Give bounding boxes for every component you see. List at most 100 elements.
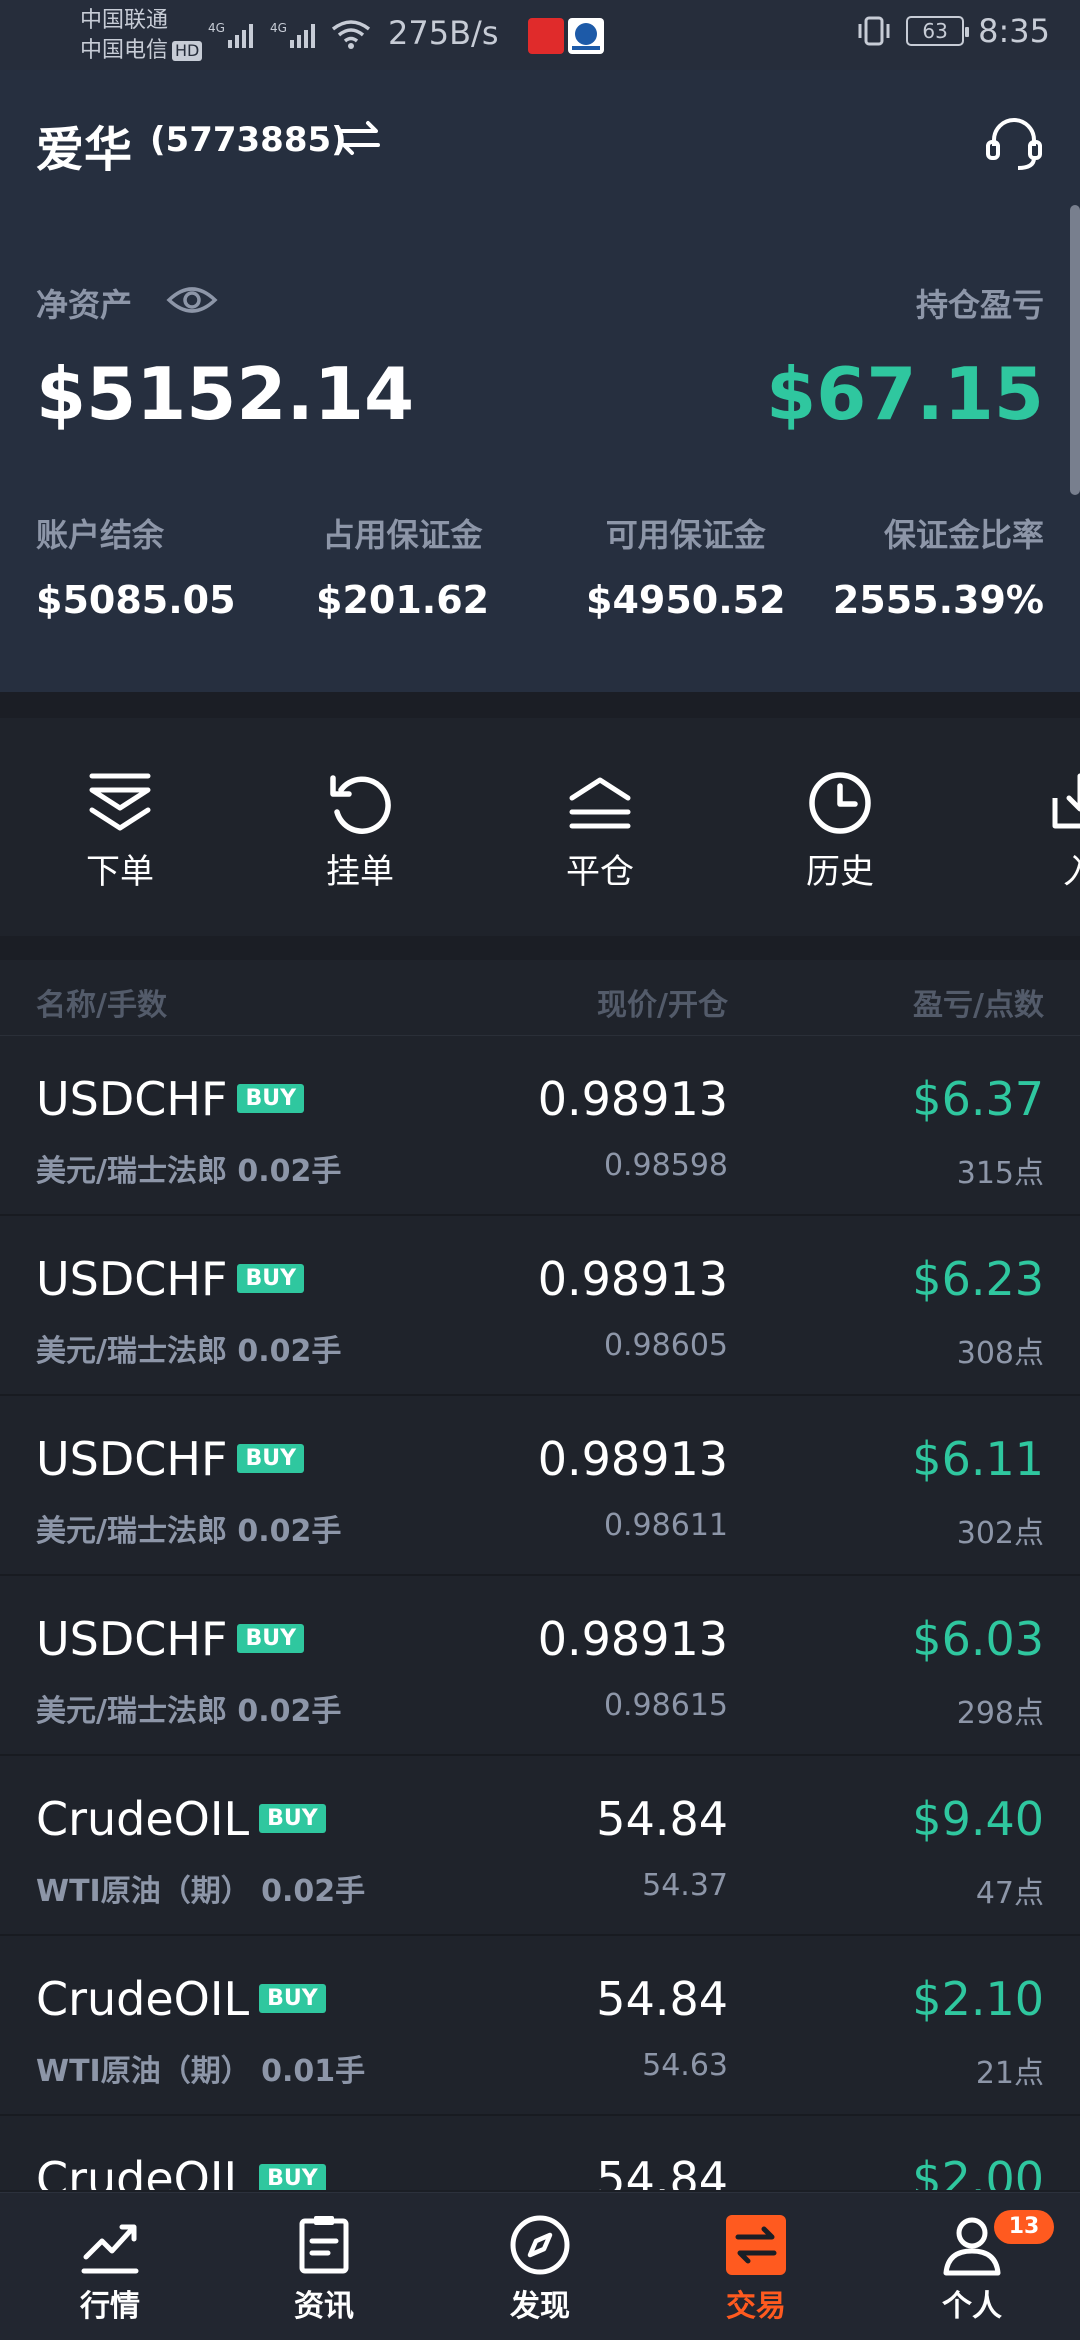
action-history[interactable]: 历史 bbox=[760, 768, 920, 893]
status-bar: 中国联通 中国电信 HD 4G 4G 275B/s 63 8:35 bbox=[0, 0, 1080, 70]
account-panel: 爱华 (5773885) 净资产 持仓盈亏 $5152.14 $67.15 账户… bbox=[0, 70, 1080, 692]
bottom-nav: 行情 资讯 发现 交易 个人 bbox=[0, 2192, 1080, 2340]
stat-label: 占用保证金 bbox=[322, 516, 483, 554]
side-badge: BUY bbox=[237, 1084, 305, 1113]
symbol: USDCHF bbox=[36, 1432, 228, 1486]
action-strip: 下单 挂单 平仓 历史 bbox=[0, 718, 1080, 936]
open-price: 0.98605 bbox=[603, 1328, 728, 1363]
action-label: 平仓 bbox=[566, 852, 634, 892]
header-price: 现价/开仓 bbox=[597, 988, 728, 1023]
position-desc: 美元/瑞士法郎 0.02手 bbox=[36, 1694, 342, 1729]
action-label: 下单 bbox=[86, 852, 154, 892]
list-header: 名称/手数 现价/开仓 盈亏/点数 bbox=[0, 960, 1080, 1036]
account-id[interactable]: (5773885) bbox=[150, 120, 347, 160]
symbol: CrudeOIL bbox=[36, 1972, 250, 2026]
header-name: 名称/手数 bbox=[36, 988, 167, 1023]
position-row[interactable]: USDCHF BUY 美元/瑞士法郎 0.02手 0.98913 0.98598 … bbox=[0, 1036, 1080, 1216]
stat-label: 保证金比率 bbox=[883, 516, 1044, 554]
action-deposit[interactable]: 入 bbox=[1000, 768, 1080, 893]
eye-toggle-icon[interactable] bbox=[166, 280, 218, 320]
position-row[interactable]: CrudeOIL BUY WTI原油（期） 0.01手 54.84 54.63 $… bbox=[0, 1936, 1080, 2116]
nav-trade[interactable]: 交易 bbox=[686, 2213, 826, 2325]
battery-indicator: 63 bbox=[906, 16, 970, 46]
position-row[interactable]: CrudeOIL BUY 54.84 $2.00 bbox=[0, 2116, 1080, 2190]
position-row[interactable]: USDCHF BUY 美元/瑞士法郎 0.02手 0.98913 0.98605 … bbox=[0, 1216, 1080, 1396]
switch-account-icon[interactable] bbox=[336, 114, 384, 162]
history-icon bbox=[809, 772, 871, 834]
compass-icon bbox=[510, 2215, 570, 2275]
notification-app-icon-2 bbox=[568, 18, 604, 54]
nav-news[interactable]: 资讯 bbox=[254, 2213, 394, 2325]
nav-label: 交易 bbox=[726, 2289, 786, 2324]
notification-badge: 13 bbox=[994, 2210, 1054, 2244]
position-pl: $9.40 bbox=[912, 1792, 1044, 1846]
side-badge: BUY bbox=[237, 1624, 305, 1653]
symbol: USDCHF bbox=[36, 1252, 228, 1306]
stat-value: $201.62 bbox=[316, 578, 490, 622]
position-row[interactable]: USDCHF BUY 美元/瑞士法郎 0.02手 0.98913 0.98611 … bbox=[0, 1396, 1080, 1576]
open-price: 0.98615 bbox=[603, 1688, 728, 1723]
position-points: 308点 bbox=[956, 1336, 1044, 1371]
current-price: 54.84 bbox=[596, 1792, 728, 1846]
stat-label: 账户结余 bbox=[36, 516, 165, 554]
side-badge: BUY bbox=[237, 1444, 305, 1473]
position-desc: 美元/瑞士法郎 0.02手 bbox=[36, 1334, 342, 1369]
wifi-icon bbox=[331, 20, 371, 49]
trade-screen: 中国联通 中国电信 HD 4G 4G 275B/s 63 8:35 爱华 (57… bbox=[0, 0, 1080, 2340]
pending-order-icon bbox=[330, 775, 391, 834]
header-pl: 盈亏/点数 bbox=[913, 988, 1044, 1023]
position-desc: 美元/瑞士法郎 0.02手 bbox=[36, 1514, 342, 1549]
position-pl: $6.37 bbox=[912, 1072, 1044, 1126]
carrier-1: 中国联通 bbox=[80, 8, 169, 33]
stat-value: 2555.39% bbox=[832, 578, 1044, 622]
symbol: CrudeOIL bbox=[36, 1792, 250, 1846]
vibrate-icon bbox=[858, 16, 890, 46]
position-points: 302点 bbox=[956, 1516, 1044, 1551]
nav-market[interactable]: 行情 bbox=[40, 2213, 180, 2325]
battery-level: 63 bbox=[922, 19, 948, 43]
hd-badge: HD bbox=[172, 41, 203, 61]
open-price: 0.98611 bbox=[603, 1508, 728, 1543]
carrier-2: 中国电信 bbox=[80, 38, 169, 63]
deposit-icon bbox=[1052, 773, 1080, 829]
net-assets-value: $5152.14 bbox=[36, 352, 415, 436]
position-pl-label: 持仓盈亏 bbox=[915, 286, 1044, 324]
position-desc: WTI原油（期） 0.02手 bbox=[36, 1874, 366, 1909]
market-chart-icon bbox=[81, 2224, 139, 2274]
status-right: 63 8:35 bbox=[856, 12, 1050, 50]
signal-icon-2: 4G bbox=[270, 21, 315, 48]
symbol: CrudeOIL bbox=[36, 2152, 250, 2190]
net-type-1: 4G bbox=[208, 21, 225, 35]
current-price: 0.98913 bbox=[537, 1252, 728, 1306]
position-row[interactable]: CrudeOIL BUY WTI原油（期） 0.02手 54.84 54.37 $… bbox=[0, 1756, 1080, 1936]
action-label: 入 bbox=[1000, 844, 1080, 893]
stat-margin-ratio: 保证金比率 2555.39% bbox=[833, 510, 1044, 622]
current-price: 0.98913 bbox=[537, 1432, 728, 1486]
nav-label: 资讯 bbox=[294, 2289, 354, 2324]
close-position-icon bbox=[569, 777, 631, 829]
open-price: 0.98598 bbox=[603, 1148, 728, 1183]
position-pl: $2.00 bbox=[912, 2152, 1044, 2190]
action-place-order[interactable]: 下单 bbox=[40, 768, 200, 893]
account-name[interactable]: 爱华 bbox=[36, 110, 132, 180]
symbol: USDCHF bbox=[36, 1612, 228, 1666]
action-pending-order[interactable]: 挂单 bbox=[280, 768, 440, 893]
current-price: 54.84 bbox=[596, 2152, 728, 2190]
stat-used-margin: 占用保证金 $201.62 bbox=[316, 510, 489, 622]
headset-support-icon[interactable] bbox=[982, 110, 1046, 174]
position-desc: 美元/瑞士法郎 0.02手 bbox=[36, 1154, 342, 1189]
position-points: 315点 bbox=[956, 1156, 1044, 1191]
stat-balance: 账户结余 $5085.05 bbox=[36, 510, 236, 622]
net-assets-label: 净资产 bbox=[36, 286, 133, 324]
action-close-position[interactable]: 平仓 bbox=[520, 768, 680, 893]
side-badge: BUY bbox=[259, 1804, 326, 1833]
position-points: 298点 bbox=[956, 1696, 1044, 1731]
nav-discover[interactable]: 发现 bbox=[470, 2213, 610, 2325]
carrier-info: 中国联通 中国电信 HD bbox=[80, 6, 203, 66]
stat-value: $4950.52 bbox=[586, 578, 786, 622]
nav-label: 个人 bbox=[942, 2289, 1002, 2324]
current-price: 0.98913 bbox=[537, 1072, 728, 1126]
stat-value: $5085.05 bbox=[36, 578, 236, 622]
position-row[interactable]: USDCHF BUY 美元/瑞士法郎 0.02手 0.98913 0.98615 … bbox=[0, 1576, 1080, 1756]
nav-label: 行情 bbox=[80, 2289, 140, 2324]
